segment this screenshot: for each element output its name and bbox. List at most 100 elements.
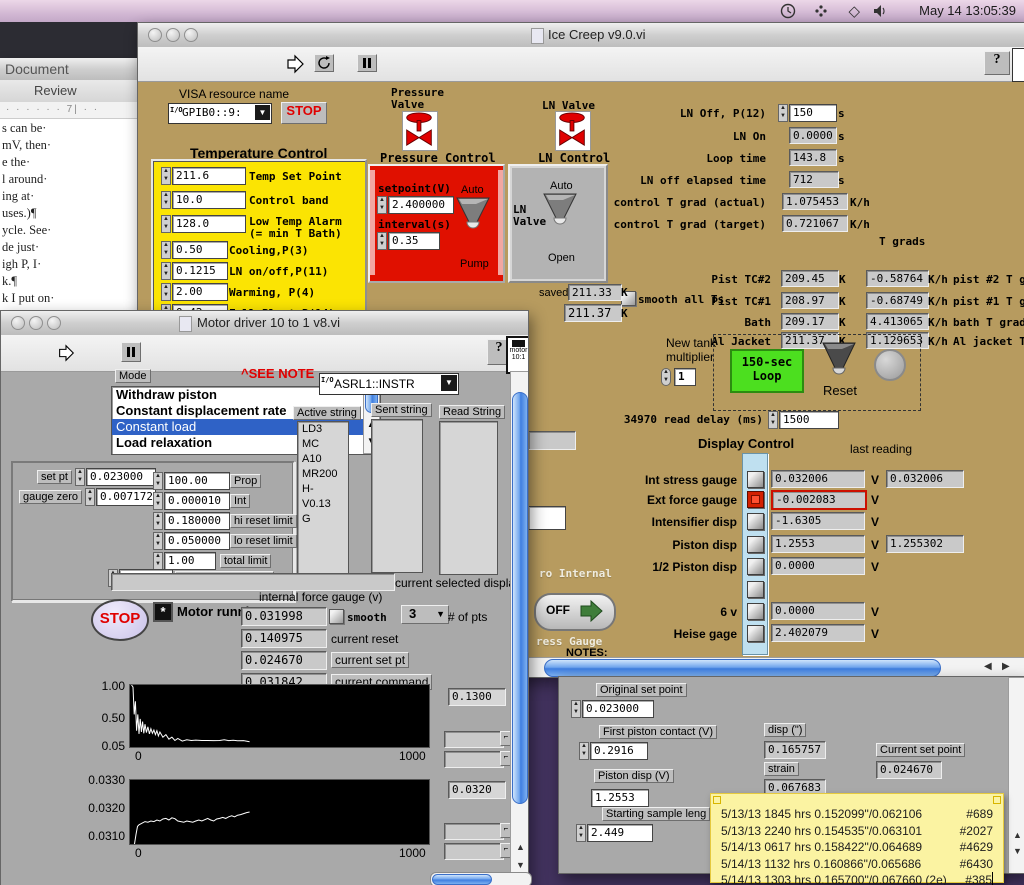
scroll-left-arrow[interactable]: ◀	[984, 661, 992, 672]
loop-150-button[interactable]: 150-sec Loop	[730, 349, 804, 393]
motor-titlebar[interactable]: Motor driver 10 to 1 v8.vi	[1, 311, 528, 336]
motor-vscroll-thumb[interactable]	[512, 392, 528, 804]
active-item[interactable]: MC	[298, 437, 348, 452]
context-help-button[interactable]: ?	[984, 51, 1010, 75]
motor-minimize-button[interactable]	[29, 316, 43, 330]
warming-field[interactable]: 2.00	[172, 283, 228, 301]
active-item[interactable]: A10	[298, 452, 348, 467]
tank-spinner[interactable]: ▲ ▼	[661, 368, 671, 386]
zoom-button[interactable]	[184, 28, 198, 42]
intensifier-button[interactable]	[747, 513, 764, 530]
sent-string-listbox[interactable]	[371, 419, 423, 573]
temp-set-point-field[interactable]: 211.6	[172, 167, 246, 185]
reset-knob[interactable]	[820, 341, 858, 381]
starting-sample-length-spinner[interactable]: ▲ ▼	[576, 824, 586, 842]
control-band-spinner[interactable]: ▲ ▼	[161, 191, 171, 209]
chart2-scale-box1[interactable]	[444, 823, 504, 840]
interval-spinner[interactable]: ▲ ▼	[377, 232, 387, 250]
pressure-valve-icon[interactable]	[402, 111, 438, 151]
first-piston-contact-spinner[interactable]: ▲ ▼	[579, 742, 589, 760]
hi-reset-spinner[interactable]: ▲ ▼	[153, 512, 163, 530]
log-note[interactable]: 5/13/13 1845 hrs 0.152099"/0.062106 #689 …	[710, 793, 1004, 885]
bottom-panel-vscrollbar[interactable]: ▲ ▼	[1008, 677, 1024, 873]
chart2-plot[interactable]	[129, 779, 430, 847]
heise-button[interactable]	[747, 625, 764, 642]
active-string-listbox[interactable]: LD3 MC A10 MR200 H- V0.13 G	[297, 421, 349, 575]
interval-field[interactable]: 0.35	[388, 232, 440, 250]
motor-visa-combo[interactable]: I/O ASRL1::INSTR ▼	[319, 373, 459, 395]
menu-clock[interactable]: May 14 13:05:39	[919, 3, 1016, 18]
original-set-point-spinner[interactable]: ▲ ▼	[571, 700, 581, 718]
ln-onoff-spinner[interactable]: ▲ ▼	[161, 262, 171, 280]
prop-field[interactable]: 100.00	[164, 472, 230, 490]
ln-mode-knob[interactable]	[542, 192, 578, 232]
lo-reset-field[interactable]: 0.050000	[164, 532, 230, 550]
combo-arrow[interactable]: ▼	[255, 105, 270, 120]
ln-off-field[interactable]: 150	[789, 104, 837, 122]
temp-spinner[interactable]: ▲ ▼	[161, 167, 171, 185]
chart1-scale-box2[interactable]	[444, 751, 504, 768]
ext-force-button[interactable]	[747, 491, 764, 508]
gauge-zero-field[interactable]: 0.007172	[96, 488, 156, 506]
motor-vscrollbar[interactable]: ▲ ▼	[510, 371, 528, 885]
setpoint-spinner[interactable]: ▲ ▼	[377, 196, 387, 214]
active-item[interactable]: MR200	[298, 467, 348, 482]
chart1-plot[interactable]	[129, 684, 430, 748]
ln-valve-icon[interactable]	[555, 111, 591, 151]
motor-stop-button[interactable]: STOP	[91, 599, 149, 641]
first-piston-contact-field[interactable]: 0.2916	[590, 742, 648, 760]
cooling-spinner[interactable]: ▲ ▼	[161, 241, 171, 259]
control-band-field[interactable]: 10.0	[172, 191, 246, 209]
off-toggle[interactable]: OFF	[534, 593, 616, 631]
spaces-icon[interactable]: ◇	[848, 2, 860, 20]
int-field[interactable]: 0.000010	[164, 492, 230, 510]
motor-pause-button[interactable]	[121, 342, 141, 362]
pressure-mode-knob[interactable]	[455, 196, 491, 236]
lo-reset-spinner[interactable]: ▲ ▼	[153, 532, 163, 550]
hi-reset-field[interactable]: 0.180000	[164, 512, 230, 530]
half-piston-button[interactable]	[747, 558, 764, 575]
fragment-scroll-thumb[interactable]	[432, 874, 492, 885]
int-stress-button[interactable]	[747, 471, 764, 488]
chart2-scale-box2[interactable]	[444, 843, 504, 860]
read-delay-spinner[interactable]: ▲ ▼	[768, 411, 778, 429]
volume-icon[interactable]	[873, 4, 888, 18]
total-limit-field[interactable]: 1.00	[164, 552, 216, 570]
ice-hscroll-thumb[interactable]	[544, 659, 941, 677]
total-limit-spinner[interactable]: ▲ ▼	[153, 552, 163, 570]
chart1-scale-box1[interactable]	[444, 731, 504, 748]
npts-dropdown[interactable]: 3 ▼	[401, 605, 449, 624]
visa-resource-combo[interactable]: I/O GPIB0::9: ▼	[168, 103, 272, 124]
loop-led[interactable]	[874, 349, 906, 381]
sixv-button[interactable]	[747, 603, 764, 620]
piston-disp-button[interactable]	[747, 536, 764, 553]
set-pt-field[interactable]: 0.023000	[86, 468, 156, 486]
ice-titlebar[interactable]: Ice Creep v9.0.vi	[138, 23, 1024, 48]
pause-button[interactable]	[357, 54, 377, 72]
bottom-scroll-up-arrow[interactable]: ▲	[1013, 830, 1022, 840]
int-spinner[interactable]: ▲ ▼	[153, 492, 163, 510]
clock-icon[interactable]	[780, 3, 796, 19]
npts-dropdown-arrow[interactable]: ▼	[436, 606, 445, 623]
piston-disp-v-field[interactable]: 1.2553	[591, 789, 649, 807]
tab-review[interactable]: Review	[34, 83, 77, 98]
run-button[interactable]	[284, 53, 306, 75]
active-item[interactable]: G	[298, 512, 348, 527]
prop-spinner[interactable]: ▲ ▼	[153, 472, 163, 490]
ln-off-spinner[interactable]: ▲ ▼	[778, 104, 788, 122]
bottom-scroll-down-arrow[interactable]: ▼	[1013, 846, 1022, 856]
motor-scroll-up-arrow[interactable]: ▲	[516, 842, 525, 852]
scroll-right-arrow[interactable]: ▶	[1002, 661, 1010, 672]
active-item[interactable]: V0.13	[298, 497, 348, 512]
smooth-checkbox[interactable]	[329, 609, 344, 624]
motor-run-button[interactable]	[56, 343, 76, 363]
read-delay-field[interactable]: 1500	[779, 411, 839, 429]
window-scrollbar-fragment[interactable]	[430, 872, 532, 885]
starting-sample-length-field[interactable]: 2.449	[587, 824, 653, 842]
motor-scroll-down-arrow[interactable]: ▼	[516, 860, 525, 870]
warming-spinner[interactable]: ▲ ▼	[161, 283, 171, 301]
active-item[interactable]: H-	[298, 482, 348, 497]
close-button[interactable]	[148, 28, 162, 42]
ice-stop-button[interactable]: STOP	[281, 102, 327, 124]
tank-field[interactable]: 1	[674, 368, 696, 386]
